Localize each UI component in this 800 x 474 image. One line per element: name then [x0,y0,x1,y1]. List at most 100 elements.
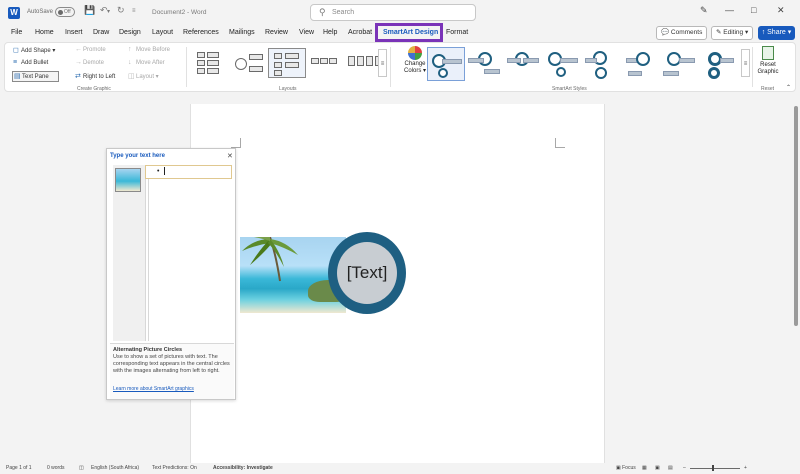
text-pane-button-content[interactable]: ▤Text Pane [14,72,49,80]
layout-option[interactable] [191,48,229,78]
style-bar [442,59,462,64]
smartart-style-option[interactable] [700,47,738,81]
search-box[interactable]: ⚲ Search [310,4,476,21]
layout-shape [357,56,364,66]
ribbon: ◻ Add Shape ▾ ≡ Add Bullet ▤Text Pane ←Pro… [4,42,796,92]
word-count[interactable]: 0 words [47,465,65,471]
tab-references[interactable]: References [183,29,219,36]
smartart-style-option[interactable] [544,47,582,81]
vertical-scrollbar[interactable] [793,104,800,464]
text-predictions[interactable]: Text Predictions: On [152,465,197,471]
reset-group-label: Reset [761,86,775,92]
demote-button[interactable]: →Demote [75,59,104,66]
pen-icon[interactable]: ✎ [700,5,708,16]
smartart-style-option[interactable] [466,47,504,81]
scrollbar-thumb[interactable] [794,106,798,326]
style-bar [585,58,597,63]
layout-shape [197,68,205,74]
style-circle [595,67,607,79]
autosave-label: AutoSave [27,9,54,15]
search-placeholder: Search [332,9,355,16]
layout-shape [274,70,282,76]
smartart-design-highlight-box [375,23,443,42]
save-icon[interactable]: 💾 [84,5,95,16]
right-to-left-button[interactable]: ⇄ Right to Left [75,72,115,80]
minimize-icon[interactable]: — [725,5,734,15]
move-before-button[interactable]: ↑ Move Before [128,46,170,53]
tab-acrobat[interactable]: Acrobat [348,29,372,36]
zoom-in-icon[interactable]: + [744,465,747,471]
maximize-icon[interactable]: □ [751,5,756,15]
styles-more-button[interactable]: ≡ [741,49,750,77]
tab-insert[interactable]: Insert [65,29,83,36]
palm-tree-image [242,237,298,282]
zoom-slider-thumb[interactable] [712,465,714,471]
comments-button[interactable]: 💬 Comments [656,26,708,40]
learn-more-link[interactable]: Learn more about SmartArt graphics [113,386,194,392]
tab-mailings[interactable]: Mailings [229,29,255,36]
text-pane-icon: ▤ [14,73,21,80]
page-count[interactable]: Page 1 of 1 [6,465,32,471]
zoom-slider[interactable] [690,468,740,469]
layout-option[interactable] [308,48,346,78]
change-colors-button[interactable]: Change Colors ▾ [401,46,429,75]
tab-view[interactable]: View [299,29,314,36]
layout-option-selected[interactable] [268,48,306,78]
reset-line1: Reset [760,62,776,68]
text-pane-label: Text Pane [22,74,49,80]
layout-button[interactable]: ◫Layout ▾ [128,72,159,80]
add-shape-button[interactable]: ◻ Add Shape ▾ [13,46,55,54]
tab-draw[interactable]: Draw [93,29,109,36]
focus-button[interactable]: ▣ Focus [616,465,636,471]
zoom-out-icon[interactable]: – [683,465,686,471]
tab-home[interactable]: Home [35,29,54,36]
tab-file[interactable]: File [11,29,22,36]
text-list[interactable] [148,165,232,341]
language[interactable]: English (South Africa) [91,465,139,471]
reset-graphic-button[interactable]: Reset Graphic [757,46,779,76]
print-layout-icon[interactable]: ▣ [655,465,660,471]
layout-option[interactable] [231,48,269,78]
tab-review[interactable]: Review [265,29,288,36]
smartart-style-option[interactable] [505,47,543,81]
smartart-style-option[interactable] [661,47,699,81]
layout-shape [311,58,319,64]
layout-icon: ◫ [128,73,135,80]
close-icon[interactable]: ✕ [227,152,233,160]
promote-button[interactable]: ←Promote [75,46,106,53]
redo-icon[interactable]: ↻ [117,5,125,16]
picture-thumbnail[interactable] [115,168,141,192]
tab-format[interactable]: Format [446,29,468,36]
smartart-style-option[interactable] [622,47,660,81]
undo-dropdown-icon[interactable]: ▾ [107,8,110,15]
bullet-marker: • [157,168,160,175]
layout-description-body: Use to show a set of pictures with text.… [113,354,230,374]
tab-design[interactable]: Design [119,29,141,36]
reset-graphic-icon [762,46,774,60]
editing-button[interactable]: ✎ Editing ▾ [711,26,754,40]
smartart-style-option[interactable] [583,47,621,81]
tab-layout[interactable]: Layout [152,29,173,36]
layout-shape [329,58,337,64]
web-layout-icon[interactable]: ▤ [668,465,673,471]
smartart-placeholder-text[interactable]: [Text] [337,242,397,304]
customize-toolbar-icon[interactable]: ≡ [132,8,136,14]
tab-help[interactable]: Help [323,29,337,36]
close-window-icon[interactable]: ✕ [777,5,785,16]
read-mode-icon[interactable]: ▦ [642,465,647,471]
style-circle [708,67,720,79]
add-bullet-button[interactable]: ≡ Add Bullet [13,59,48,66]
style-bar [679,58,695,63]
ribbon-separator [186,47,187,87]
move-after-button[interactable]: ↓ Move After [128,59,165,66]
proofing-icon[interactable]: ◫ [79,465,84,471]
share-button[interactable]: ↑ Share ▾ [758,26,795,40]
accessibility-status[interactable]: Accessibility: Investigate [213,465,273,471]
right-to-left-icon: ⇄ [75,73,81,80]
layout-shape [274,62,282,68]
promote-icon: ← [75,46,82,53]
layouts-more-button[interactable]: ≡ [378,49,387,77]
collapse-ribbon-icon[interactable]: ⌃ [786,84,791,91]
smartart-style-option-selected[interactable] [427,47,465,81]
layout-shape [207,52,219,58]
